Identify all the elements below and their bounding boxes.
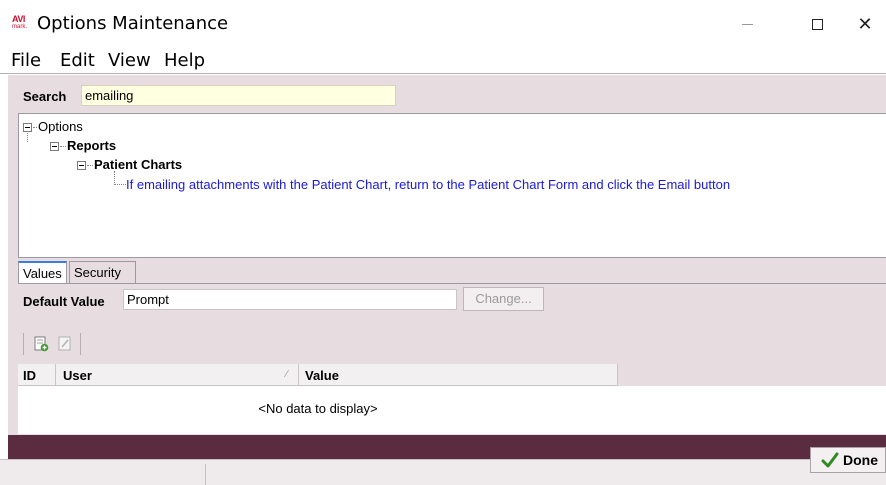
status-divider — [205, 464, 206, 485]
values-panel: Default Value Change... — [18, 283, 886, 434]
menu-edit[interactable]: Edit — [60, 50, 95, 71]
done-button[interactable]: Done — [810, 447, 886, 473]
change-button[interactable]: Change... — [463, 287, 544, 311]
menu-bar: File Edit View Help — [0, 46, 886, 74]
default-value-field[interactable] — [123, 289, 457, 310]
app-logo-subtext: mark. — [12, 24, 27, 30]
column-header-value[interactable]: Value — [305, 368, 339, 383]
column-header-user[interactable]: User — [63, 368, 92, 383]
edit-record-icon — [58, 336, 71, 351]
tree-node-reports[interactable]: Reports — [67, 138, 116, 153]
grid-body[interactable]: <No data to display> — [18, 386, 886, 434]
minimize-icon — [741, 24, 753, 26]
app-logo-text: AVI — [12, 14, 25, 24]
grid-toolbar — [18, 327, 103, 359]
toolbar-divider — [23, 333, 24, 355]
tree-connector — [87, 165, 93, 166]
sort-indicator-icon: ∕ — [286, 369, 288, 380]
grid-header: ID User ∕ Value — [18, 364, 618, 386]
checkmark-icon — [821, 452, 839, 468]
title-bar: AVI mark. Options Maintenance ✕ — [0, 0, 886, 46]
options-tree[interactable]: Options Reports Patient Charts If emaili… — [18, 113, 886, 258]
tab-security[interactable]: Security — [69, 261, 136, 283]
tree-connector — [27, 133, 28, 142]
menu-file[interactable]: File — [11, 50, 41, 71]
empty-grid-message: <No data to display> — [258, 401, 378, 416]
tree-connector — [33, 127, 37, 128]
tab-values[interactable]: Values — [18, 261, 67, 283]
app-logo: AVI mark. — [12, 15, 30, 31]
column-divider[interactable] — [298, 364, 299, 386]
collapse-icon[interactable] — [50, 142, 59, 151]
default-value-label: Default Value — [23, 294, 105, 309]
close-icon: ✕ — [857, 14, 873, 34]
tree-connector — [60, 146, 66, 147]
maximize-icon — [811, 19, 823, 31]
add-record-button[interactable] — [31, 334, 51, 354]
close-button[interactable]: ✕ — [842, 8, 886, 40]
done-label: Done — [843, 452, 878, 468]
tree-node-patient-charts[interactable]: Patient Charts — [94, 157, 182, 172]
edit-record-button[interactable] — [55, 334, 75, 354]
footer-strip — [8, 435, 886, 459]
window-title: Options Maintenance — [37, 13, 229, 34]
status-bar — [0, 459, 886, 485]
tree-node-options[interactable]: Options — [38, 119, 83, 134]
collapse-icon[interactable] — [23, 123, 32, 132]
tree-connector — [114, 184, 126, 185]
search-label: Search — [23, 89, 67, 104]
column-divider[interactable] — [55, 364, 56, 386]
search-input[interactable] — [81, 85, 396, 106]
values-grid: ID User ∕ Value <No data to display> — [18, 364, 886, 434]
maximize-button[interactable] — [794, 8, 840, 40]
tree-leaf-help-text[interactable]: If emailing attachments with the Patient… — [126, 177, 730, 192]
tree-connector — [114, 171, 115, 185]
collapse-icon[interactable] — [77, 161, 86, 170]
menu-help[interactable]: Help — [164, 50, 205, 71]
main-panel: Search Options Reports Patient Charts If… — [8, 75, 886, 465]
toolbar-divider — [80, 333, 81, 355]
menu-view[interactable]: View — [108, 50, 151, 71]
add-record-icon — [34, 336, 49, 352]
minimize-button[interactable] — [724, 8, 770, 40]
column-header-id[interactable]: ID — [23, 368, 36, 383]
